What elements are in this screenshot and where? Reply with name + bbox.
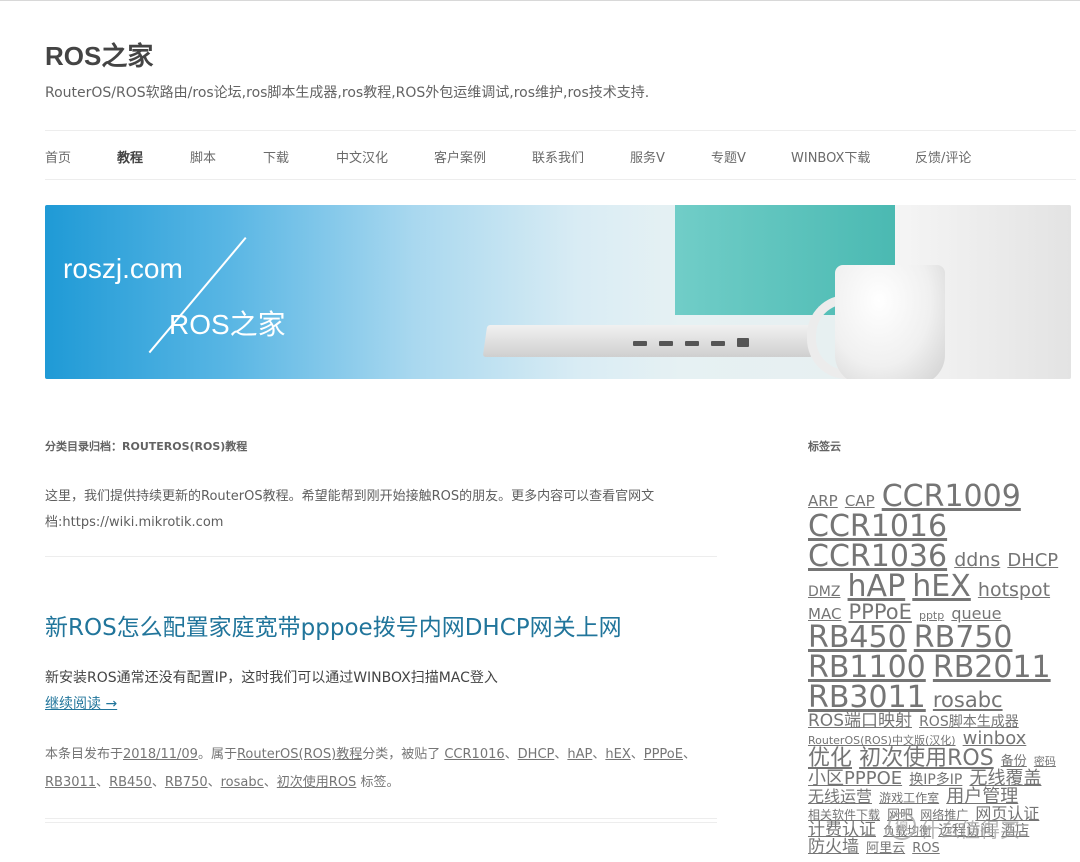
tag-link[interactable]: DHCP (518, 747, 555, 762)
tag-cloud-link[interactable]: 小区PPPOE (808, 770, 902, 788)
meta-text: 。属于 (197, 747, 237, 762)
tag-link[interactable]: RB450 (109, 775, 152, 790)
top-border (0, 0, 1080, 1)
watermark-text: 什么值得买 (920, 818, 1020, 842)
laptop-illustration (482, 325, 818, 357)
post-excerpt: 新安装ROS通常还没有配置IP，这时我们可以通过WINBOX扫描MAC登入 (45, 670, 498, 686)
tag-cloud-link[interactable]: RB3011 (808, 683, 926, 713)
category-link[interactable]: RouterOS(ROS)教程 (237, 747, 362, 762)
tag-link[interactable]: RB3011 (45, 775, 96, 790)
tag-cloud-link[interactable]: ddns (954, 551, 1000, 570)
tag-cloud-link[interactable]: ARP (808, 494, 838, 509)
tag-cloud-link[interactable]: RB750 (914, 623, 1013, 653)
tag-cloud-link[interactable]: ROS脚本生成器 (919, 715, 1019, 729)
site-title[interactable]: ROS之家 (45, 36, 153, 73)
coffee-mug-illustration (835, 265, 945, 379)
post-date-link[interactable]: 2018/11/09 (123, 747, 198, 762)
tag-cloud-link[interactable]: ROS端口映射 (808, 713, 912, 730)
tag-cloud-link[interactable]: 防火墙 (808, 839, 859, 856)
tag-cloud-link[interactable]: 备份 (1001, 755, 1027, 768)
tag-cloud-link[interactable]: RB2011 (933, 653, 1051, 683)
main-navigation: 首页 教程 脚本 下载 中文汉化 客户案例 联系我们 服务V 专题V WINBO… (45, 130, 1076, 180)
tag-cloud-link[interactable]: hotspot (978, 581, 1050, 600)
tag-link[interactable]: rosabc (221, 775, 264, 790)
tag-cloud-link[interactable]: 换IP多IP (909, 773, 962, 787)
tag-cloud-link[interactable]: CCR1009 (882, 482, 1021, 512)
read-more-link[interactable]: 继续阅读 → (45, 693, 117, 713)
tag-link[interactable]: PPPoE (644, 747, 683, 762)
nav-item-contact-us[interactable]: 联系我们 (532, 147, 584, 166)
archive-title: 分类目录归档：ROUTEROS(ROS)教程 (45, 440, 248, 453)
tag-cloud-link[interactable]: rosabc (933, 690, 1003, 711)
nav-item-feedback[interactable]: 反馈/评论 (915, 147, 971, 166)
nav-item-topics[interactable]: 专题V (711, 147, 746, 166)
tag-cloud-link[interactable]: 无线运营 (808, 789, 872, 805)
tag-cloud-link[interactable]: RouterOS(ROS)中文版(汉化) (808, 735, 956, 746)
tag-cloud-link[interactable]: CCR1036 (808, 542, 947, 572)
tag-link[interactable]: CCR1016 (444, 747, 504, 762)
nav-item-services[interactable]: 服务V (630, 147, 665, 166)
tag-cloud-link[interactable]: hAP (848, 572, 906, 602)
tag-cloud-link[interactable]: DHCP (1007, 552, 1058, 570)
tag-cloud-link[interactable]: RB450 (808, 623, 907, 653)
tag-link[interactable]: hAP (567, 747, 592, 762)
tag-cloud-title: 标签云 (808, 440, 841, 453)
tag-cloud: ARP CAP CCR1009 CCR1016 CCR1036 ddns DHC… (808, 482, 1076, 856)
watermark-logo-icon: 值 (888, 812, 916, 840)
nav-item-home[interactable]: 首页 (45, 147, 71, 166)
archive-description: 这里，我们提供持续更新的RouterOS教程。希望能帮到刚开始接触ROS的朋友。… (45, 489, 655, 530)
meta-prefix: 本条目发布于 (45, 747, 124, 762)
entry-meta: 本条目发布于2018/11/09。属于RouterOS(ROS)教程分类，被贴了… (45, 747, 696, 790)
tag-cloud-link[interactable]: 阿里云 (866, 842, 905, 855)
post-title-link[interactable]: 新ROS怎么配置家庭宽带pppoe拨号内网DHCP网关上网 (45, 608, 622, 642)
tag-cloud-link[interactable]: hEX (912, 572, 971, 602)
tag-cloud-link[interactable]: ROS (912, 842, 940, 855)
tag-cloud-link[interactable]: 密码 (1034, 756, 1056, 767)
tag-cloud-link[interactable]: DMZ (808, 585, 840, 599)
tag-link[interactable]: hEX (605, 747, 630, 762)
tag-cloud-link[interactable]: CAP (845, 494, 875, 509)
meta-text: 分类，被贴了 (362, 747, 441, 762)
tag-link[interactable]: 初次使用ROS (277, 775, 357, 790)
divider (45, 556, 717, 557)
tag-cloud-link[interactable]: 初次使用ROS (859, 748, 994, 770)
nav-item-scripts[interactable]: 脚本 (190, 147, 216, 166)
tag-cloud-link[interactable]: 优化 (808, 748, 852, 770)
site-description: RouterOS/ROS软路由/ros论坛,ros脚本生成器,ros教程,ROS… (45, 85, 650, 101)
nav-item-chinese-localization[interactable]: 中文汉化 (336, 147, 388, 166)
header-banner-image: roszj.com ROS之家 (45, 205, 1071, 379)
meta-suffix: 标签。 (360, 775, 400, 790)
banner-logo-name: ROS之家 (169, 309, 286, 340)
nav-item-winbox-download[interactable]: WINBOX下载 (791, 147, 870, 166)
post-divider (45, 818, 717, 823)
tag-link[interactable]: RB750 (165, 775, 208, 790)
banner-logo-domain: roszj.com (63, 253, 183, 284)
nav-item-tutorials[interactable]: 教程 (117, 147, 143, 166)
nav-item-downloads[interactable]: 下载 (263, 147, 289, 166)
tag-cloud-link[interactable]: 游戏工作室 (879, 792, 939, 804)
tag-cloud-link[interactable]: RB1100 (808, 653, 926, 683)
nav-item-client-cases[interactable]: 客户案例 (434, 147, 486, 166)
tag-cloud-link[interactable]: CCR1016 (808, 512, 947, 542)
